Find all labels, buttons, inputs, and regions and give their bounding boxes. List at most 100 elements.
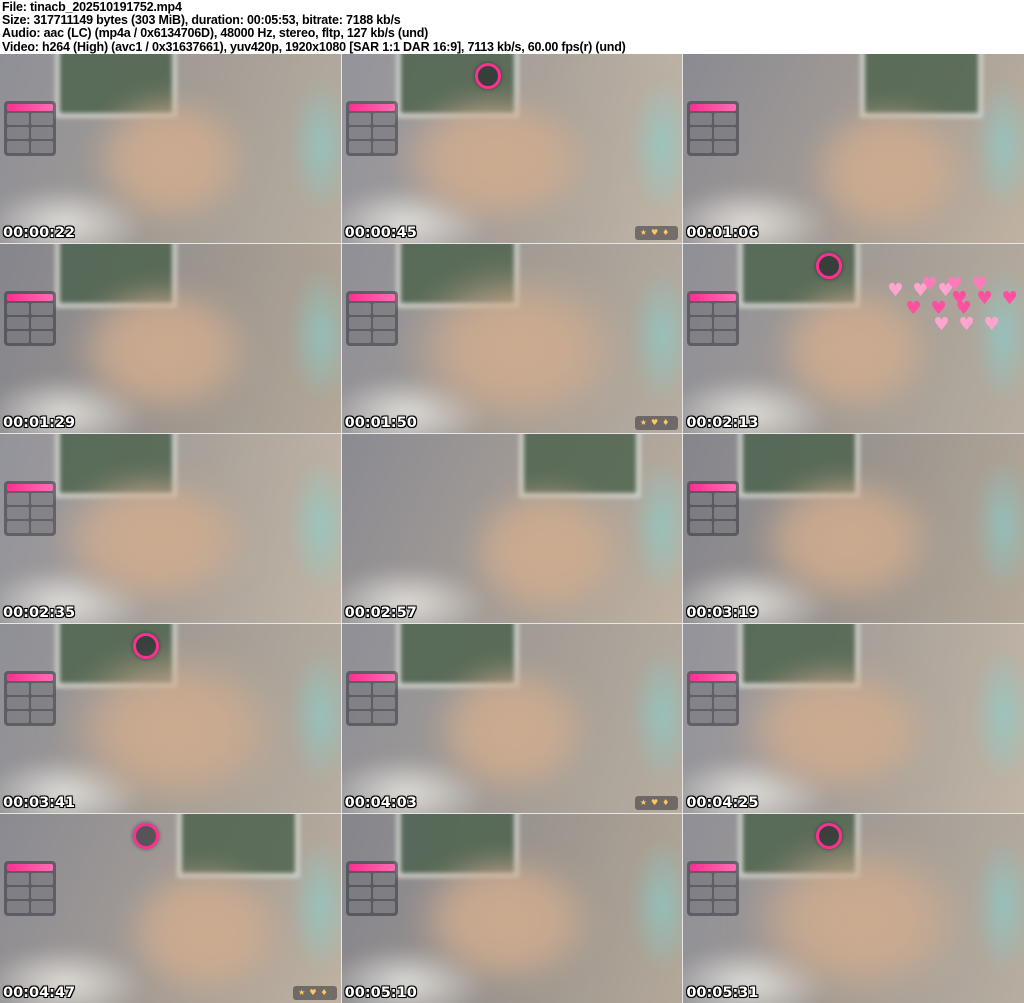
tip-menu-cell xyxy=(31,697,53,710)
blurred-frame-content xyxy=(40,259,287,433)
tip-menu-cell xyxy=(348,697,371,710)
led-glow-shape xyxy=(972,646,1024,783)
video-thumbnail[interactable]: 00:01:06 xyxy=(683,54,1024,243)
tip-menu-header-bar xyxy=(348,864,395,872)
video-thumbnail[interactable]: 00:03:41 xyxy=(0,624,341,813)
tip-menu-cell xyxy=(714,697,737,710)
led-glow-shape xyxy=(289,456,341,593)
tip-menu-cell xyxy=(31,317,53,330)
tip-menu-cell xyxy=(348,711,371,724)
tip-menu-cell xyxy=(7,887,29,900)
blurred-frame-content xyxy=(362,69,628,243)
tip-menu-cells xyxy=(690,873,737,914)
video-thumbnail[interactable]: 00:04:03 xyxy=(341,624,683,813)
video-thumbnail[interactable]: 00:02:35 xyxy=(0,434,341,623)
video-thumbnail[interactable]: 00:01:50 xyxy=(341,244,683,433)
tip-menu-header-bar xyxy=(690,484,737,492)
tip-menu-panel xyxy=(4,481,56,537)
tip-menu-cell xyxy=(714,303,737,316)
tip-menu-cell xyxy=(690,887,713,900)
thumbnail-grid: 00:00:22 00:00:45 xyxy=(0,54,1024,1003)
video-thumbnail[interactable]: 00:01:29 xyxy=(0,244,341,433)
tip-menu-cell xyxy=(7,331,29,344)
tip-menu-panel xyxy=(345,861,398,917)
timestamp-overlay: 00:02:35 xyxy=(3,605,76,621)
tip-menu-cell xyxy=(31,521,53,534)
tip-menu-cell xyxy=(31,887,53,900)
tip-menu-cell xyxy=(690,113,713,126)
tip-menu-cells xyxy=(7,113,53,154)
blurred-frame-content xyxy=(27,624,321,813)
tip-menu-cells xyxy=(7,873,53,914)
video-thumbnail[interactable]: 00:03:19 xyxy=(683,434,1024,623)
timestamp-overlay: 00:03:19 xyxy=(686,605,759,621)
audio-info-line: Audio: aac (LC) (mp4a / 0x6134706D), 480… xyxy=(2,26,429,41)
video-thumbnail[interactable]: 00:04:47 xyxy=(0,814,341,1003)
blurred-frame-content xyxy=(710,814,1004,1003)
tip-menu-cell xyxy=(714,113,737,126)
tip-menu-panel xyxy=(4,861,56,917)
tip-menu-cell xyxy=(714,873,737,886)
tip-menu-cells xyxy=(7,303,53,344)
tip-menu-cell xyxy=(7,711,29,724)
tip-menu-cell xyxy=(7,113,29,126)
video-thumbnail[interactable]: 00:05:31 xyxy=(683,814,1024,1003)
timestamp-overlay: 00:04:03 xyxy=(344,795,417,811)
tip-menu-cell xyxy=(7,493,29,506)
tip-menu-cell xyxy=(372,683,395,696)
timestamp-overlay: 00:01:06 xyxy=(686,225,759,241)
tip-menu-cell xyxy=(690,697,713,710)
tip-menu-cell xyxy=(690,303,713,316)
led-glow-shape xyxy=(631,76,683,213)
video-thumbnail[interactable]: 00:00:45 xyxy=(341,54,683,243)
tip-menu-header-bar xyxy=(348,294,395,302)
goal-icons-strip xyxy=(634,226,679,240)
tip-menu-cell xyxy=(31,711,53,724)
tip-menu-cell xyxy=(348,901,371,914)
tip-menu-cell xyxy=(372,113,395,126)
tip-menu-cell xyxy=(31,873,53,886)
contact-sheet: File: tinacb_202510191752.mp4 Size: 3177… xyxy=(0,0,1024,1003)
tip-menu-cell xyxy=(7,697,29,710)
timestamp-overlay: 00:04:47 xyxy=(3,985,76,1001)
tip-menu-cell xyxy=(31,493,53,506)
timestamp-overlay: 00:02:57 xyxy=(344,605,417,621)
tip-menu-cell xyxy=(372,887,395,900)
tip-menu-cell xyxy=(690,127,713,140)
tip-menu-cell xyxy=(690,711,713,724)
blurred-frame-content xyxy=(382,829,628,1003)
blurred-frame-content xyxy=(95,840,314,1003)
tip-menu-cell xyxy=(348,873,371,886)
tip-menu-cells xyxy=(348,873,395,914)
blurred-frame-content xyxy=(402,639,621,813)
video-thumbnail[interactable]: 00:05:10 xyxy=(341,814,683,1003)
video-thumbnail[interactable]: 00:04:25 xyxy=(683,624,1024,813)
tip-menu-cells xyxy=(348,683,395,724)
tip-menu-cell xyxy=(714,493,737,506)
tip-menu-cell xyxy=(714,521,737,534)
tip-menu-cell xyxy=(7,873,29,886)
tip-menu-panel xyxy=(345,291,398,347)
timestamp-overlay: 00:03:41 xyxy=(3,795,76,811)
tip-menu-cell xyxy=(31,141,53,154)
tip-menu-cell xyxy=(690,507,713,520)
video-thumbnail[interactable]: 00:00:22 xyxy=(0,54,341,243)
tip-menu-header-bar xyxy=(348,104,395,112)
timestamp-overlay: 00:00:22 xyxy=(3,225,76,241)
tip-menu-cell xyxy=(31,683,53,696)
tip-menu-panel xyxy=(4,291,56,347)
video-thumbnail[interactable]: 00:02:57 xyxy=(341,434,683,623)
video-thumbnail[interactable]: 00:02:13 xyxy=(683,244,1024,433)
tip-menu-cell xyxy=(690,331,713,344)
tip-menu-cell xyxy=(714,127,737,140)
file-metadata-header: File: tinacb_202510191752.mp4 Size: 3177… xyxy=(0,0,1024,54)
tip-menu-header-bar xyxy=(7,294,53,302)
tip-menu-cell xyxy=(7,141,29,154)
tip-menu-cell xyxy=(690,683,713,696)
tip-menu-cells xyxy=(348,113,395,154)
tip-menu-header-bar xyxy=(7,484,53,492)
tip-menu-cell xyxy=(31,127,53,140)
tip-menu-cell xyxy=(690,141,713,154)
tip-menu-cell xyxy=(7,507,29,520)
tip-menu-cell xyxy=(714,141,737,154)
